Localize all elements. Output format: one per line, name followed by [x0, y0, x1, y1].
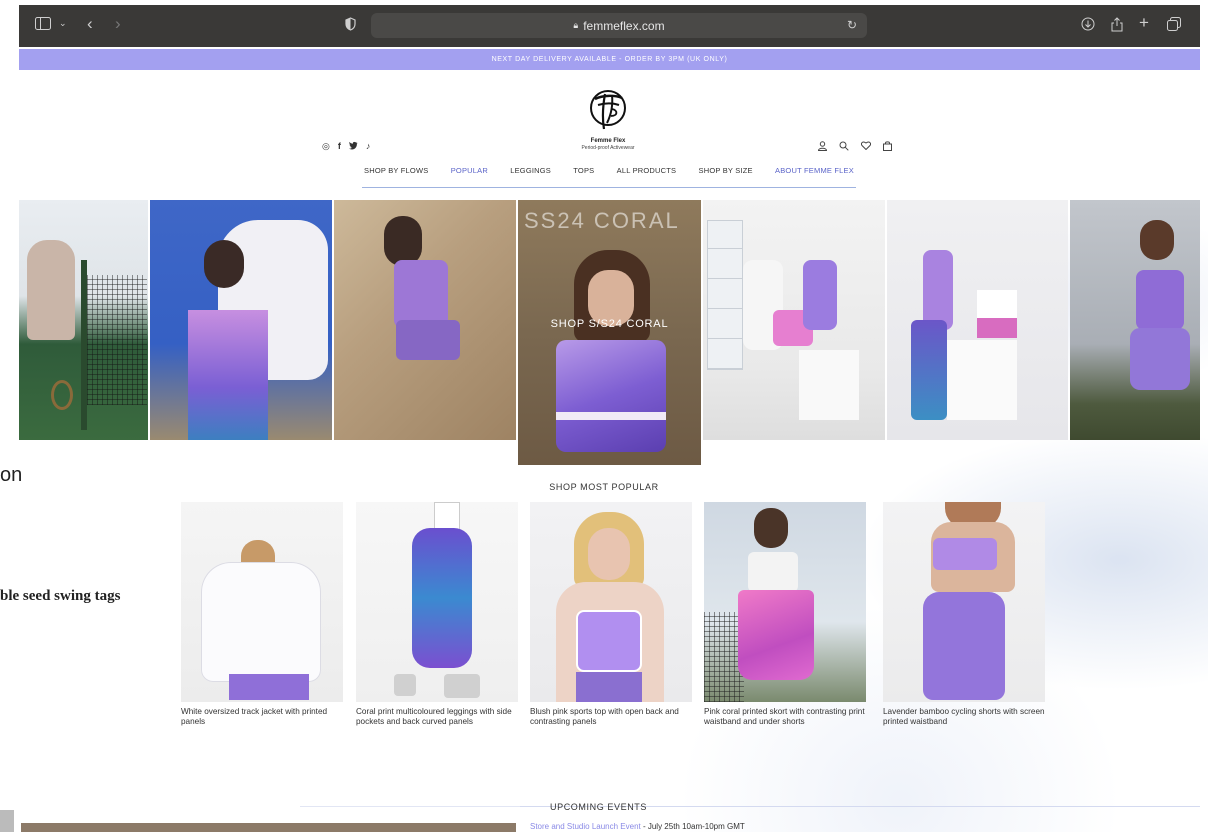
hero-gallery: SS24 CORAL SHOP S/S24 CORAL [19, 200, 1200, 465]
back-icon[interactable]: ‹ [87, 14, 93, 34]
nav-item-all-products[interactable]: ALL PRODUCTS [615, 166, 679, 175]
hero-photo-back[interactable] [1070, 200, 1200, 440]
browser-toolbar: ⌄ ‹ › 🔒︎ femmeflex.com ↻ + [19, 5, 1200, 47]
product-image[interactable] [883, 502, 1045, 702]
nav-item-leggings[interactable]: LEGGINGS [508, 166, 553, 175]
social-links: ◎ f ♪ [322, 141, 370, 152]
brand-name: Femme Flex [590, 138, 626, 144]
product-image[interactable] [356, 502, 518, 702]
chevron-down-icon[interactable]: ⌄ [59, 18, 67, 29]
event-image[interactable] [21, 823, 516, 832]
reload-icon[interactable]: ↻ [847, 18, 857, 32]
product-caption[interactable]: Lavender bamboo cycling shorts with scre… [883, 707, 1045, 727]
side-text-fragment: ble seed swing tags [0, 588, 121, 604]
instagram-icon[interactable]: ◎ [322, 141, 330, 152]
hero-photo-jacket[interactable] [150, 200, 332, 440]
download-icon[interactable] [1081, 17, 1095, 34]
nav-item-popular[interactable]: POPULAR [449, 166, 490, 175]
nav-item-shop-by-flows[interactable]: SHOP BY FLOWS [362, 166, 430, 175]
main-navigation: SHOP BY FLOWS POPULAR LEGGINGS TOPS ALL … [362, 166, 856, 188]
nav-item-tops[interactable]: TOPS [571, 166, 596, 175]
product-caption[interactable]: Pink coral printed skort with contrastin… [704, 707, 866, 727]
twitter-icon[interactable] [348, 141, 358, 152]
product-card[interactable]: Coral print multicoloured leggings with … [356, 502, 518, 727]
hero-watermark-text: SS24 CORAL [524, 208, 680, 233]
privacy-shield-icon[interactable] [345, 17, 356, 34]
hero-photo-duo[interactable] [703, 200, 885, 440]
bag-icon[interactable] [883, 141, 892, 154]
promo-banner: NEXT DAY DELIVERY AVAILABLE - ORDER BY 3… [19, 49, 1200, 70]
account-icon[interactable] [817, 141, 828, 154]
divider [300, 806, 530, 807]
wishlist-icon[interactable] [861, 141, 871, 154]
event-link[interactable]: Store and Studio Launch Event [530, 822, 641, 831]
hero-photo-sitting[interactable] [887, 200, 1068, 440]
new-tab-icon[interactable]: + [1139, 13, 1149, 33]
facebook-icon[interactable]: f [338, 141, 341, 152]
lock-icon: 🔒︎ [573, 20, 579, 30]
section-title-events: UPCOMING EVENTS [550, 802, 648, 812]
tabs-overview-icon[interactable] [1167, 17, 1181, 34]
header-user-actions [817, 141, 892, 154]
product-card[interactable]: White oversized track jacket with printe… [181, 502, 343, 727]
nav-item-about[interactable]: ABOUT FEMME FLEX [773, 166, 856, 175]
product-caption[interactable]: Coral print multicoloured leggings with … [356, 707, 518, 727]
product-caption[interactable]: White oversized track jacket with printe… [181, 707, 343, 727]
event-detail: - July 25th 10am-10pm GMT [640, 822, 745, 831]
product-card[interactable]: Blush pink sports top with open back and… [530, 502, 692, 727]
product-card[interactable]: Lavender bamboo cycling shorts with scre… [883, 502, 1045, 727]
nav-item-shop-by-size[interactable]: SHOP BY SIZE [697, 166, 755, 175]
section-title-popular: SHOP MOST POPULAR [549, 482, 659, 492]
product-caption[interactable]: Blush pink sports top with open back and… [530, 707, 692, 727]
hero-photo-rocks[interactable] [334, 200, 516, 440]
brand-tagline: Period-proof Activewear [581, 145, 635, 151]
event-item: Store and Studio Launch Event - July 25t… [530, 822, 745, 831]
tiktok-icon[interactable]: ♪ [366, 141, 371, 152]
hero-photo-tennis[interactable] [19, 200, 148, 440]
product-image[interactable] [181, 502, 343, 702]
hero-shop-label[interactable]: SHOP S/S24 CORAL [518, 318, 701, 330]
share-icon[interactable] [1111, 17, 1123, 35]
product-image[interactable] [530, 502, 692, 702]
forward-icon[interactable]: › [115, 14, 121, 34]
brand-logo[interactable] [585, 85, 631, 133]
side-image-fragment [0, 810, 14, 832]
address-bar[interactable]: 🔒︎ femmeflex.com ↻ [371, 13, 867, 38]
hero-photo-featured[interactable]: SS24 CORAL SHOP S/S24 CORAL [518, 200, 701, 465]
product-card[interactable]: Pink coral printed skort with contrastin… [704, 502, 866, 727]
product-image[interactable] [704, 502, 866, 702]
sidebar-toggle-icon[interactable] [35, 17, 51, 33]
promo-text: NEXT DAY DELIVERY AVAILABLE - ORDER BY 3… [491, 56, 728, 63]
search-icon[interactable] [839, 141, 849, 154]
url-text: femmeflex.com [583, 18, 665, 33]
